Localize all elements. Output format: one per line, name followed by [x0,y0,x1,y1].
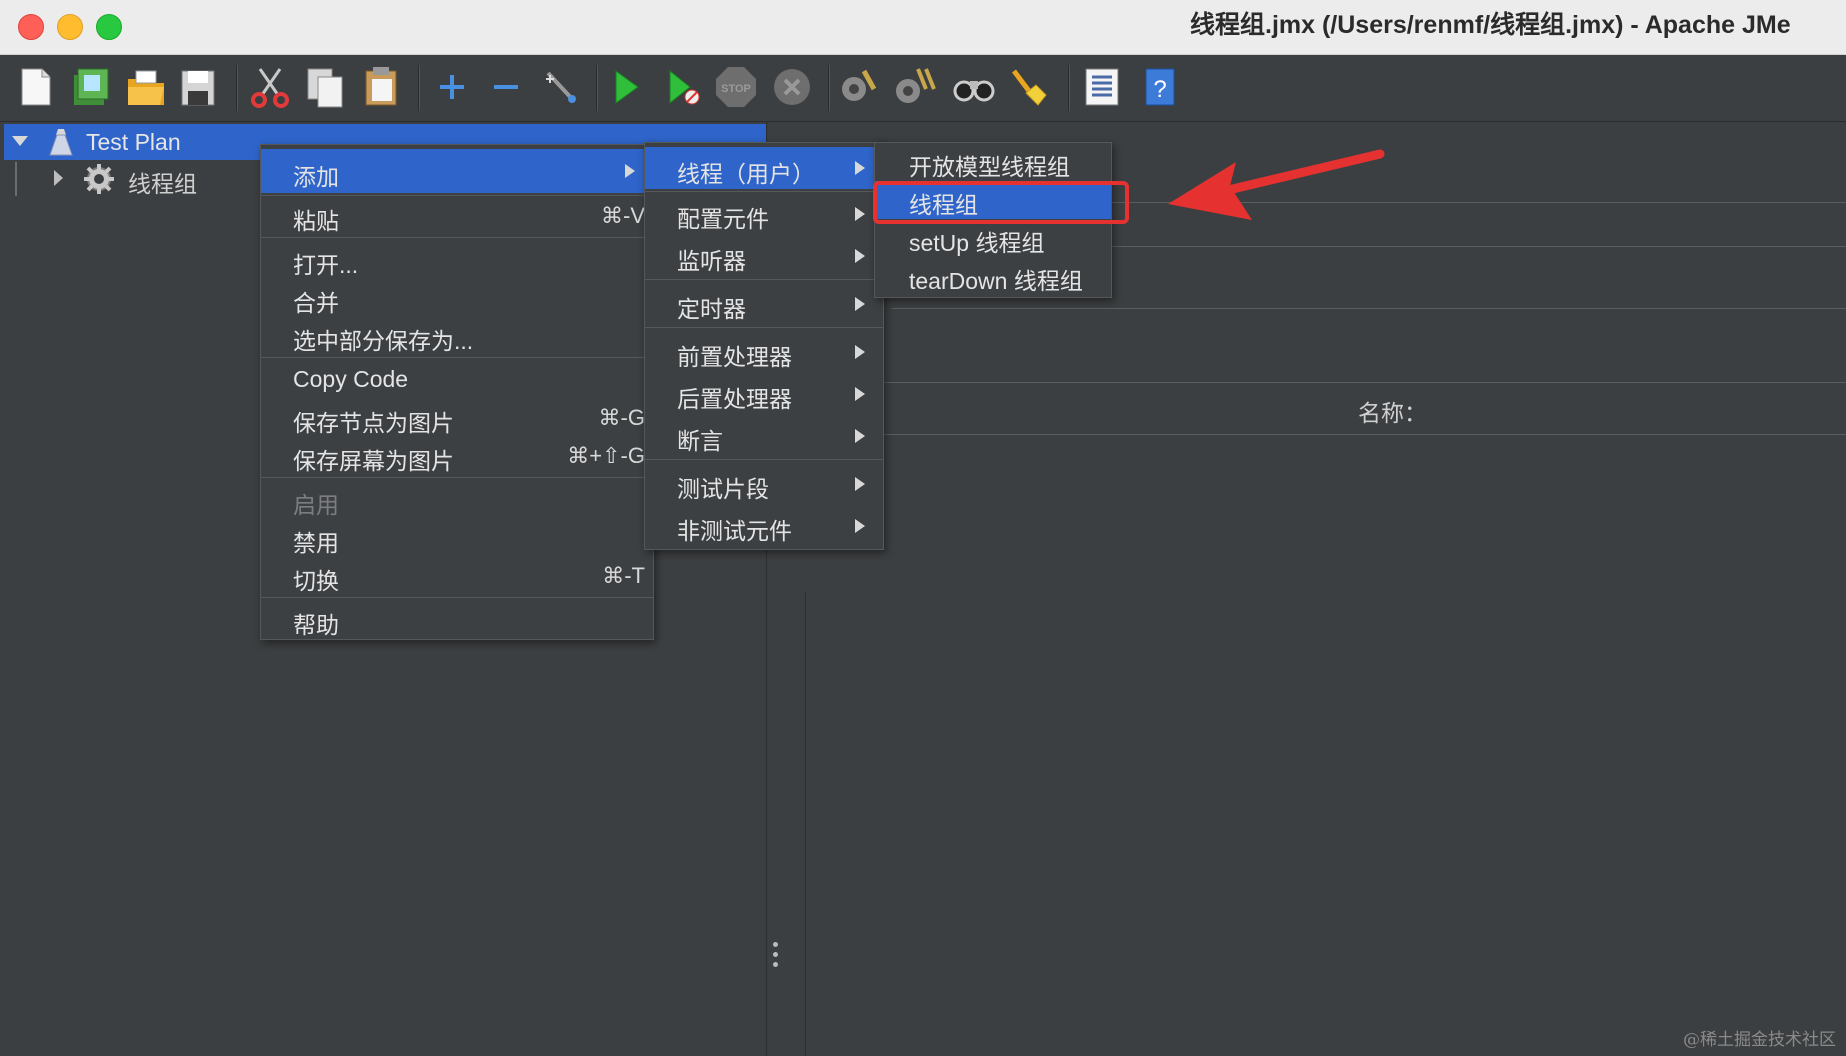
menu-item-threads-users[interactable]: 线程（用户） [645,147,883,189]
templates-icon[interactable] [66,63,114,111]
menu-item-open-model-thread-group[interactable]: 开放模型线程组 [875,143,1111,181]
menu-item-save-node-as-image[interactable]: 保存节点为图片 ⌘-G [261,399,653,437]
expand-icon[interactable] [428,63,476,111]
menu-item-pre-processor[interactable]: 前置处理器 [645,333,883,371]
chevron-right-icon [855,161,865,175]
tree-item-label: 线程组 [128,171,197,197]
chevron-right-icon [855,249,865,263]
menu-item-help[interactable]: 帮助 [261,601,653,639]
menu-item-merge[interactable]: 合并 [261,279,653,317]
cut-icon[interactable] [246,63,294,111]
search-icon[interactable] [950,63,998,111]
gear-icon [84,164,114,194]
toolbar: STOP ? [0,55,1846,122]
menu-item-toggle[interactable]: 切换 ⌘-T [261,557,653,595]
add-submenu: 线程（用户） 配置元件 监听器 定时器 前置处理器 后置处理器 断言 测试片段 … [644,142,884,550]
menu-item-setup-thread-group[interactable]: setUp 线程组 [875,219,1111,257]
new-icon[interactable] [12,63,60,111]
svg-text:?: ? [1153,76,1166,103]
menu-item-config-element[interactable]: 配置元件 [645,195,883,233]
tree-item-thread-group[interactable]: 线程组 [40,162,260,197]
svg-text:STOP: STOP [721,83,751,95]
menu-item-copy-code[interactable]: Copy Code [261,361,653,399]
chevron-right-icon [625,164,635,178]
minimize-window-button[interactable] [57,14,83,40]
shutdown-icon[interactable] [768,63,816,111]
menu-item-open[interactable]: 打开... [261,241,653,279]
expanded-arrow-icon[interactable] [12,136,28,146]
menu-item-disable[interactable]: 禁用 [261,519,653,557]
menu-item-enable: 启用 [293,492,339,518]
name-field-label: 名称： [1358,400,1427,426]
collapse-icon[interactable] [482,63,530,111]
tree-item-label: Test Plan [86,129,181,155]
stop-icon[interactable]: STOP [712,63,760,111]
start-no-pause-icon[interactable] [658,63,706,111]
clear-icon[interactable] [834,63,882,111]
context-menu: 添加 粘贴 ⌘-V 打开... 合并 选中部分保存为... Copy Code 保… [260,144,654,640]
menu-item-post-processor[interactable]: 后置处理器 [645,375,883,413]
zoom-window-button[interactable] [96,14,122,40]
menu-item-timer[interactable]: 定时器 [645,285,883,323]
menu-item-paste[interactable]: 粘贴 ⌘-V [261,197,653,235]
menu-item-teardown-thread-group[interactable]: tearDown 线程组 [875,257,1111,295]
chevron-right-icon [855,429,865,443]
watermark: @稀土掘金技术社区 [1683,1030,1836,1050]
toggle-icon[interactable] [536,63,584,111]
window-title: 线程组.jmx (/Users/renmf/线程组.jmx) - Apache … [1190,11,1791,39]
chevron-right-icon [855,519,865,533]
save-icon[interactable] [174,63,222,111]
menu-item-add[interactable]: 添加 [261,149,653,193]
menu-item-assertion[interactable]: 断言 [645,417,883,455]
annotation-arrow-icon [1168,149,1385,220]
function-helper-icon[interactable] [1078,63,1126,111]
splitter-grip[interactable] [773,942,779,972]
paste-icon[interactable] [358,63,406,111]
open-icon[interactable] [122,63,170,111]
help-icon[interactable]: ? [1136,63,1184,111]
chevron-right-icon [855,387,865,401]
close-window-button[interactable] [18,14,44,40]
menu-item-listener[interactable]: 监听器 [645,237,883,275]
annotation-highlight-box [873,181,1129,224]
chevron-right-icon [855,207,865,221]
chevron-right-icon [855,477,865,491]
menu-item-non-test-element[interactable]: 非测试元件 [645,507,883,545]
start-icon[interactable] [602,63,650,111]
chevron-right-icon [855,345,865,359]
test-plan-icon [49,129,73,156]
collapsed-arrow-icon[interactable] [54,170,63,186]
menu-item-save-screen-as-image[interactable]: 保存屏幕为图片 ⌘+⇧-G [261,437,653,475]
menu-item-save-selection-as[interactable]: 选中部分保存为... [261,317,653,355]
menu-item-test-fragment[interactable]: 测试片段 [645,465,883,503]
window-title-bar: 线程组.jmx (/Users/renmf/线程组.jmx) - Apache … [0,0,1846,55]
reset-search-icon[interactable] [1004,63,1052,111]
clear-all-icon[interactable] [890,63,938,111]
chevron-right-icon [855,297,865,311]
copy-icon[interactable] [302,63,350,111]
